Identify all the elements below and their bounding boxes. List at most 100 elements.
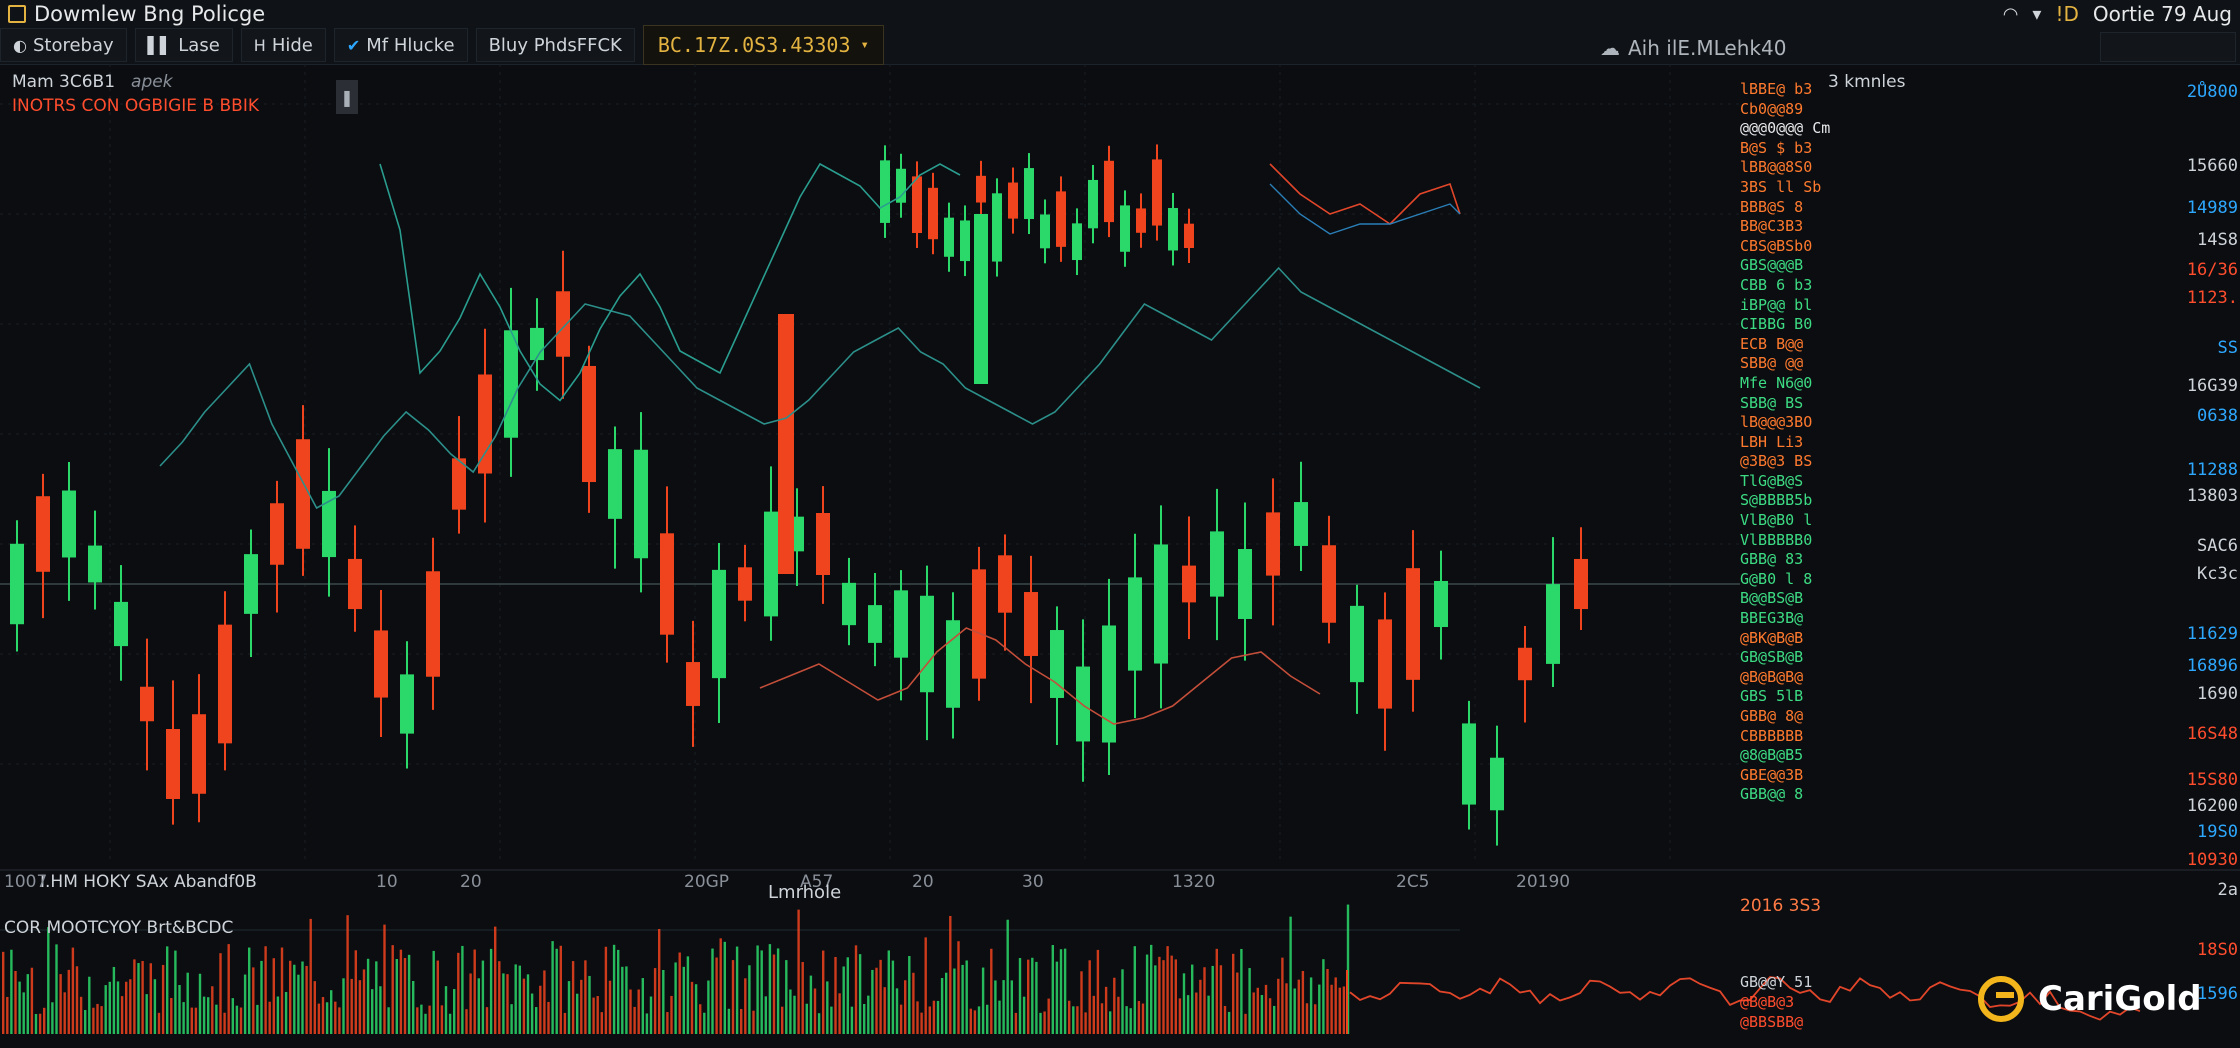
volume-bar bbox=[26, 974, 29, 1034]
volume-bar bbox=[567, 981, 571, 1034]
price-field[interactable]: BC.17Z.0S3.43303 ▾ bbox=[642, 25, 884, 65]
volume-bar bbox=[235, 1005, 239, 1034]
candle-body bbox=[270, 503, 284, 565]
volume-bar bbox=[842, 966, 845, 1034]
time-axis-label: 30 bbox=[1022, 872, 1044, 892]
volume-bar bbox=[899, 1004, 903, 1034]
candle-body bbox=[1210, 531, 1224, 597]
volume-bar bbox=[510, 1004, 513, 1034]
ladder-row: lBB@@8S0 bbox=[1740, 158, 1813, 177]
volume-bar bbox=[666, 1012, 669, 1034]
candle-body bbox=[1518, 647, 1532, 681]
volume-bar bbox=[969, 1008, 972, 1034]
toolbar-button-hide[interactable]: H Hide bbox=[240, 28, 326, 62]
volume-bar bbox=[305, 965, 308, 1034]
volume-bar bbox=[834, 956, 837, 1034]
volume-bar bbox=[637, 989, 640, 1034]
volume-bar bbox=[744, 978, 747, 1034]
candle-body bbox=[1184, 223, 1194, 248]
volume-bar bbox=[994, 980, 997, 1034]
volume-bar bbox=[1096, 949, 1100, 1034]
volume-bar bbox=[617, 949, 620, 1034]
volume-bar bbox=[18, 981, 21, 1034]
price-axis-label: 15S80 bbox=[2186, 770, 2238, 790]
price-axis-label: 14S8 bbox=[2197, 230, 2238, 250]
volume-bar bbox=[330, 990, 333, 1034]
volume-bar bbox=[526, 974, 530, 1034]
price-axis-label: 11629 bbox=[2186, 624, 2238, 644]
volume-bar bbox=[469, 973, 472, 1034]
volume-bar bbox=[924, 937, 927, 1034]
candle-body bbox=[1406, 568, 1420, 680]
volume-bar bbox=[276, 996, 280, 1034]
volume-bar bbox=[219, 953, 222, 1034]
volume-bar bbox=[514, 964, 517, 1034]
volume-bar bbox=[838, 993, 841, 1034]
volume-bar bbox=[239, 1007, 243, 1034]
candle-body bbox=[778, 314, 794, 574]
candle-body bbox=[1168, 207, 1178, 251]
volume-bar bbox=[1297, 979, 1300, 1034]
volume-bar bbox=[1232, 953, 1235, 1034]
volume-bar bbox=[432, 950, 435, 1034]
volume-mid-label: Lmrhole bbox=[768, 882, 842, 903]
volume-bar bbox=[690, 981, 694, 1034]
volume-bar bbox=[1195, 992, 1198, 1034]
volume-bar bbox=[338, 1007, 341, 1034]
toolbar-button-lase[interactable]: ▌▌ Lase bbox=[134, 28, 233, 62]
volume-bar bbox=[268, 1001, 271, 1034]
volume-bar bbox=[145, 994, 148, 1034]
volume-bar bbox=[608, 980, 612, 1034]
volume-bar bbox=[1154, 965, 1157, 1034]
volume-bar bbox=[198, 973, 202, 1034]
volume-bar bbox=[653, 968, 657, 1034]
pin-icon[interactable]: ❚ bbox=[336, 80, 358, 114]
price-field-value: BC.17Z.0S3.43303 bbox=[657, 33, 851, 57]
volume-bar bbox=[518, 965, 521, 1034]
brand-logo: CariGold bbox=[1978, 976, 2202, 1022]
volume-bar bbox=[633, 1006, 636, 1034]
candle-body bbox=[36, 496, 50, 572]
signal-icon[interactable]: ▾ bbox=[2032, 4, 2041, 25]
volume-bar bbox=[1022, 996, 1026, 1034]
volume-bar bbox=[621, 966, 624, 1034]
volume-bar bbox=[912, 972, 915, 1034]
center-label: ☁ Aih ilE.MLehk40 bbox=[1600, 36, 1786, 60]
wifi-icon[interactable]: ◠ bbox=[2003, 4, 2019, 25]
volume-bar bbox=[641, 978, 644, 1034]
toolbar-button-bluy[interactable]: Bluy PhdsFFCK bbox=[475, 28, 635, 62]
volume-bar bbox=[793, 995, 796, 1034]
volume-bar bbox=[264, 946, 267, 1034]
ladder-row: GBB@@ 8 bbox=[1740, 785, 1804, 804]
toolbar-button-storebay[interactable]: ◐ Storebay bbox=[0, 28, 127, 62]
compass-icon: ◐ bbox=[13, 35, 27, 55]
volume-bar bbox=[588, 975, 591, 1034]
volume-bar bbox=[711, 948, 714, 1034]
volume-bar bbox=[116, 981, 120, 1034]
volume-bar bbox=[1104, 986, 1108, 1034]
volume-bar bbox=[502, 973, 505, 1034]
candle-body bbox=[972, 569, 986, 679]
volume-bar bbox=[674, 962, 677, 1034]
volume-bar bbox=[731, 960, 735, 1034]
volume-bar bbox=[916, 1001, 919, 1034]
volume-bar bbox=[1182, 973, 1186, 1034]
ladder-row: @8@B@B5 bbox=[1740, 746, 1804, 765]
volume-bar bbox=[461, 945, 464, 1034]
volume-bar bbox=[252, 967, 255, 1034]
volume-bar bbox=[1277, 978, 1280, 1034]
volume-bar bbox=[1203, 967, 1206, 1034]
volume-bar bbox=[715, 957, 718, 1034]
volume-bar bbox=[555, 948, 558, 1034]
volume-bar bbox=[170, 997, 173, 1034]
volume-bar bbox=[43, 1007, 46, 1034]
volume-bar bbox=[297, 974, 300, 1034]
volume-bar bbox=[904, 980, 907, 1034]
volume-bar bbox=[600, 1012, 603, 1034]
ladder-row: SBB@ @@ bbox=[1740, 354, 1804, 373]
volume-bar bbox=[875, 967, 878, 1034]
search-input[interactable] bbox=[2100, 32, 2236, 62]
volume-bar bbox=[260, 960, 263, 1034]
toolbar-button-mf-hlucke[interactable]: ✔ Mf Hlucke bbox=[333, 28, 468, 62]
volume-bar bbox=[1191, 964, 1194, 1034]
